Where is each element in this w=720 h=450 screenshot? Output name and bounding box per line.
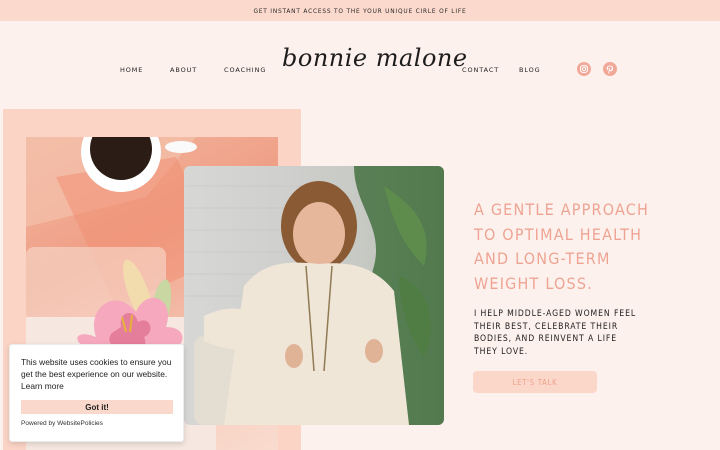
cookie-banner: This website uses cookies to ensure you … [9,344,184,442]
cookie-message: This website uses cookies to ensure you … [21,357,172,380]
cookie-accept-button[interactable]: Got it! [21,400,173,414]
hero-subtext: I HELP MIDDLE-AGED WOMEN FEEL THEIR BEST… [474,309,637,358]
pinterest-glyph [606,65,614,73]
nav-home-link[interactable]: HOME [120,66,143,74]
hero-heading: A GENTLE APPROACH TO OPTIMAL HEALTH AND … [474,200,649,293]
nav-coaching-link[interactable]: COACHING [224,66,266,74]
instagram-icon[interactable] [577,62,591,76]
nav-contact-link[interactable]: CONTACT [462,66,499,74]
cookie-message-block: This website uses cookies to ensure you … [21,356,177,393]
coach-portrait-photo [184,166,444,425]
learn-more-link[interactable]: Learn more [21,381,64,391]
announcement-bar: GET INSTANT ACCESS TO THE YOUR UNIQUE CI… [0,0,720,21]
site-logo[interactable]: bonnie malone [282,44,468,72]
nav-about-link[interactable]: ABOUT [170,66,197,74]
portrait-illustration [184,166,444,425]
pinterest-icon[interactable] [603,62,617,76]
instagram-glyph [580,65,588,73]
announcement-text: GET INSTANT ACCESS TO THE YOUR UNIQUE CI… [253,6,467,15]
lets-talk-button[interactable]: LET'S TALK [473,371,597,393]
nav-blog-link[interactable]: BLOG [519,66,541,74]
cookie-powered-by[interactable]: Powered by WebsitePolicies [21,420,103,427]
